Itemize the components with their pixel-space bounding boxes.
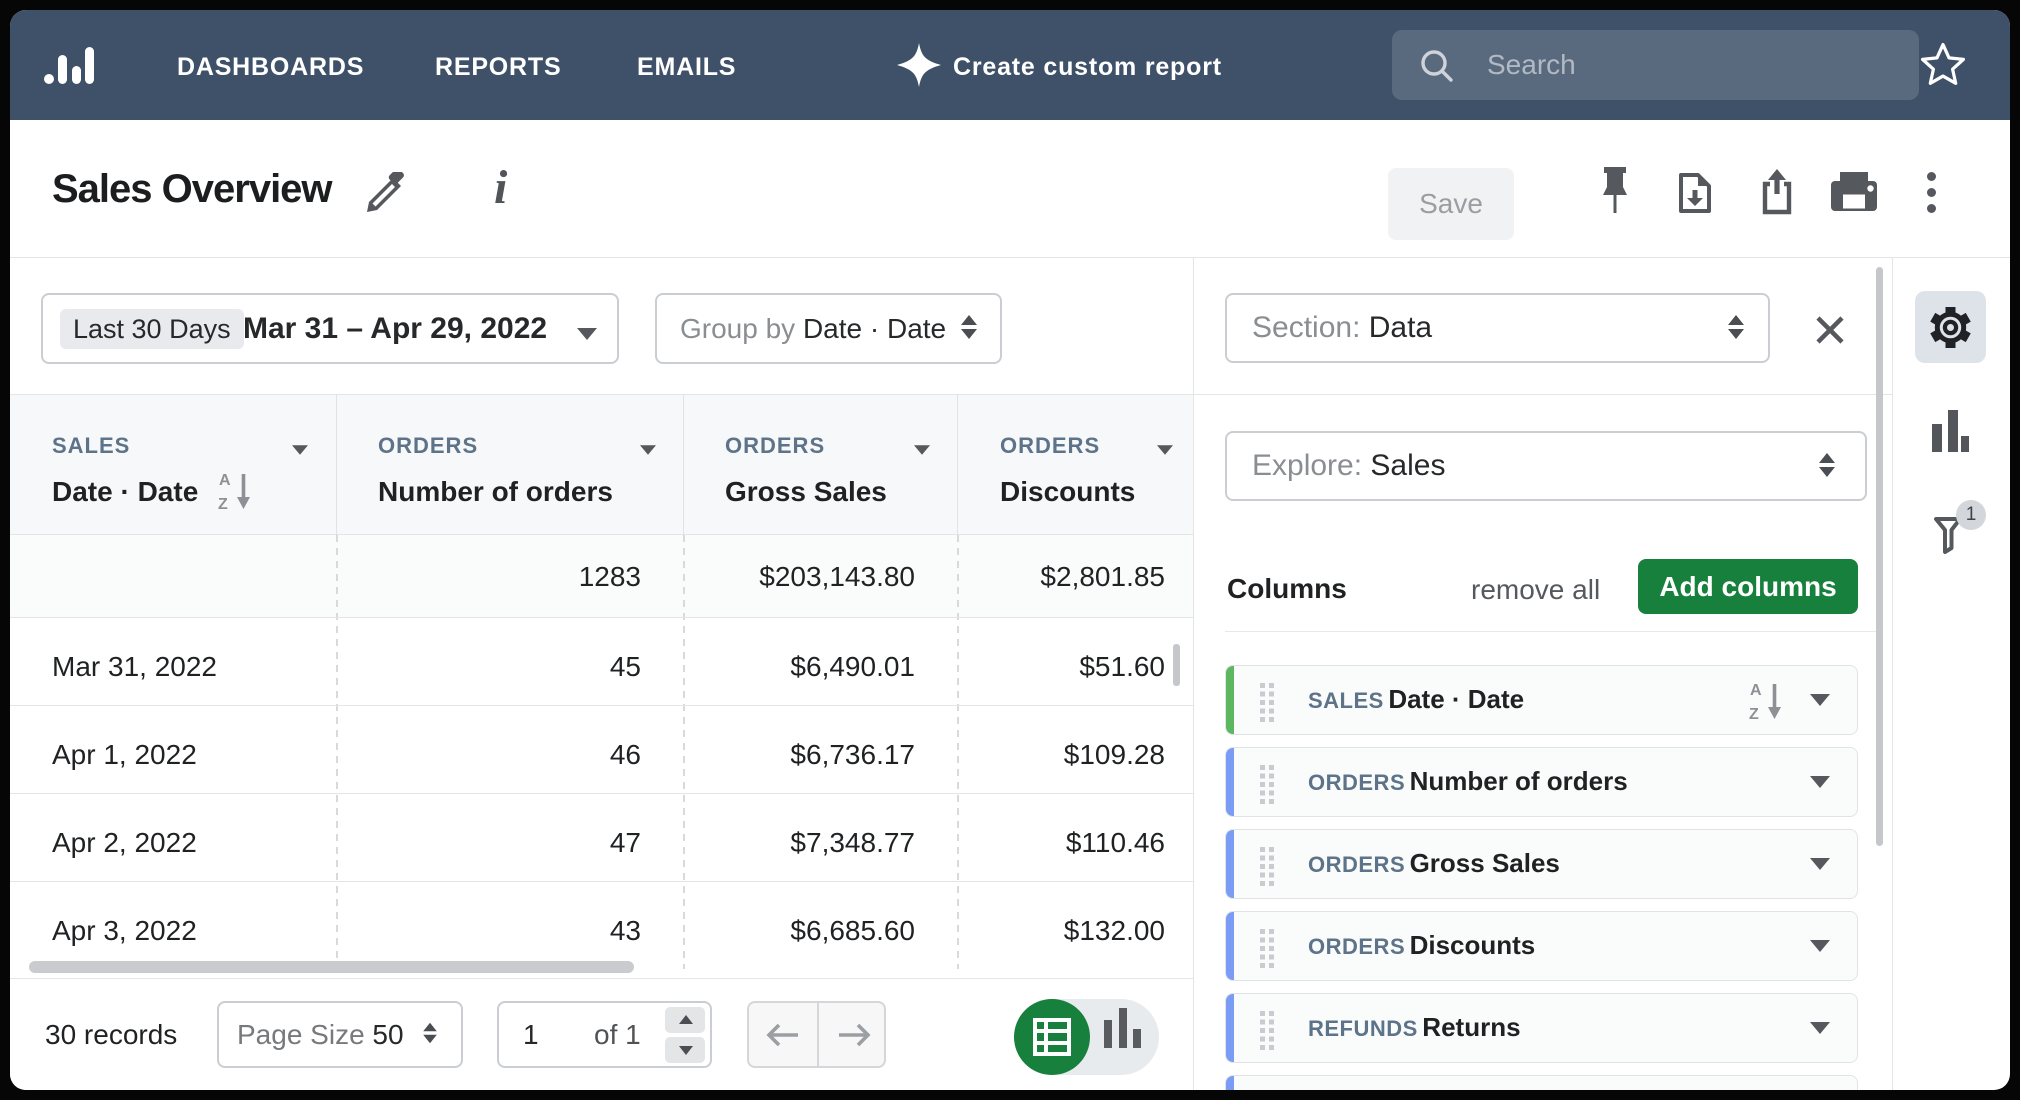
svg-text:A: A [1750, 682, 1762, 699]
svg-text:Z: Z [218, 496, 228, 511]
svg-text:Z: Z [1749, 706, 1759, 721]
svg-text:A: A [219, 472, 231, 489]
